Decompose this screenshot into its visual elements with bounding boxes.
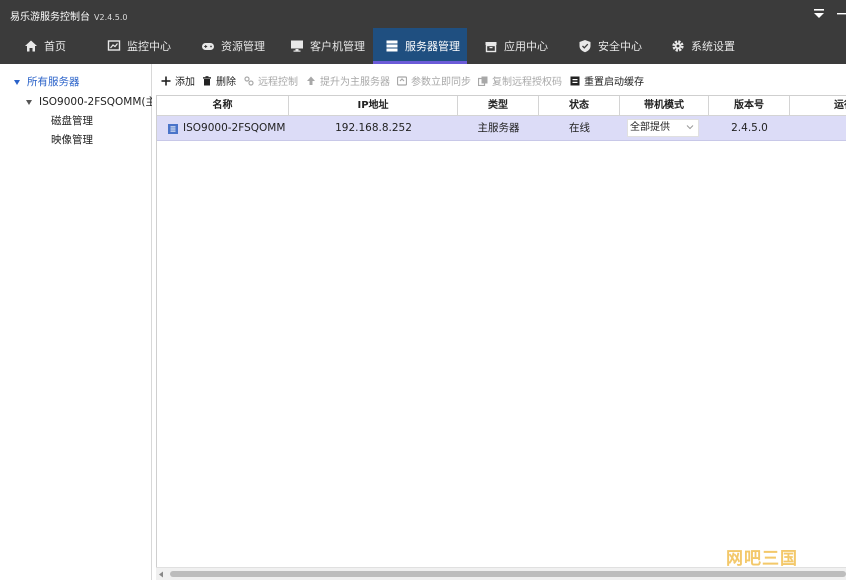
box-icon	[485, 42, 497, 53]
nav-home[interactable]: 首页	[24, 28, 66, 64]
server-name: ISO9000-2FSQOMM	[183, 122, 286, 134]
desktop-icon	[291, 40, 303, 52]
window-title: 易乐游服务控制台 V2.4.5.0	[10, 8, 127, 23]
nav-home-label: 首页	[44, 40, 66, 53]
nav-resources[interactable]: 资源管理	[201, 28, 265, 64]
col-header-version[interactable]: 版本号	[709, 96, 790, 116]
remote-control-label: 远程控制	[258, 77, 298, 88]
promote-label: 提升为主服务器	[320, 77, 390, 88]
copy-icon	[478, 76, 488, 86]
scroll-left-arrow-icon[interactable]	[158, 571, 164, 578]
nav-resources-label: 资源管理	[221, 40, 265, 53]
delete-button[interactable]: 删除	[202, 73, 236, 88]
col-header-status[interactable]: 状态	[539, 96, 620, 116]
tree-item-server[interactable]: ISO9000-2FSQOMM(主)	[26, 94, 152, 109]
nav-clients[interactable]: 客户机管理	[290, 28, 365, 64]
server-table: 名称 IP地址 类型 状态 带机模式 版本号 运行 ISO9000-2FSQOM…	[156, 95, 846, 567]
server-tree: 所有服务器 ISO9000-2FSQOMM(主) 磁盘管理 映像管理	[0, 64, 152, 580]
promote-main-server-button[interactable]: 提升为主服务器	[306, 73, 390, 88]
mode-select[interactable]: 全部提供	[627, 119, 699, 137]
col-header-running[interactable]: 运行	[790, 96, 846, 116]
expand-triangle-icon[interactable]	[26, 99, 32, 105]
cache-icon	[570, 76, 580, 85]
table-row[interactable]: ISO9000-2FSQOMM 192.168.8.252 主服务器 在线 全部…	[157, 116, 846, 141]
mode-select-value: 全部提供	[630, 122, 670, 133]
remote-control-button[interactable]: 远程控制	[244, 73, 298, 88]
cell-version: 2.4.5.0	[731, 122, 768, 134]
tree-server-label: ISO9000-2FSQOMM(主)	[39, 96, 152, 108]
plus-icon	[161, 76, 171, 85]
server-list-icon	[168, 123, 178, 134]
nav-settings[interactable]: 系统设置	[671, 28, 735, 64]
nav-monitor-label: 监控中心	[127, 40, 171, 53]
add-label: 添加	[175, 77, 195, 88]
trash-icon	[203, 75, 211, 85]
nav-servers[interactable]: 服务器管理	[373, 28, 467, 64]
tree-disk-label: 磁盘管理	[51, 115, 93, 127]
scrollbar-thumb[interactable]	[170, 571, 846, 577]
nav-clients-label: 客户机管理	[310, 40, 365, 53]
tree-item-image-management[interactable]: 映像管理	[51, 132, 93, 147]
title-bar: 易乐游服务控制台 V2.4.5.0	[0, 0, 846, 28]
cell-status: 在线	[569, 122, 590, 134]
nav-settings-label: 系统设置	[691, 40, 735, 53]
shield-icon	[579, 40, 591, 53]
col-header-name[interactable]: 名称	[157, 96, 289, 116]
nav-apps[interactable]: 应用中心	[484, 28, 548, 64]
sync-params-button[interactable]: 参数立即同步	[397, 73, 471, 88]
upload-icon	[307, 76, 315, 85]
reset-boot-cache-label: 重置启动缓存	[584, 77, 644, 88]
cell-name: ISO9000-2FSQOMM	[157, 116, 289, 141]
table-header: 名称 IP地址 类型 状态 带机模式 版本号 运行	[157, 96, 846, 116]
nav-apps-label: 应用中心	[504, 40, 548, 53]
add-button[interactable]: 添加	[161, 73, 195, 88]
tree-item-all-servers[interactable]: 所有服务器	[14, 74, 80, 89]
col-header-mode[interactable]: 带机模式	[620, 96, 709, 116]
app-title: 易乐游服务控制台	[10, 12, 90, 23]
nav-security[interactable]: 安全中心	[578, 28, 642, 64]
remote-control-icon	[244, 75, 254, 86]
copy-auth-code-label: 复制远程授权码	[492, 77, 562, 88]
cell-ip: 192.168.8.252	[335, 122, 412, 134]
monitor-chart-icon	[107, 40, 121, 51]
main-nav: 首页 监控中心 资源管理 客户机管理 服务器管理 应用中心 安全中心 系统设置	[0, 28, 846, 64]
dropdown-menu-icon[interactable]	[812, 7, 826, 21]
sync-icon	[397, 75, 407, 86]
server-toolbar: 添加 删除 远程控制 提升为主服务器 参数立即同步 复制远程授权码 重置启动缓存	[153, 64, 846, 94]
tree-item-disk-management[interactable]: 磁盘管理	[51, 113, 93, 128]
reset-boot-cache-button[interactable]: 重置启动缓存	[570, 73, 644, 88]
col-header-type[interactable]: 类型	[458, 96, 539, 116]
sync-params-label: 参数立即同步	[411, 77, 471, 88]
chevron-down-icon	[686, 125, 694, 130]
expand-triangle-icon[interactable]	[14, 79, 20, 85]
app-window: 易乐游服务控制台 V2.4.5.0 首页 监控中心 资源管理 客户机管理 服务器…	[0, 0, 846, 580]
gear-icon	[672, 40, 684, 52]
gamepad-icon	[202, 43, 214, 50]
delete-label: 删除	[216, 77, 236, 88]
col-header-ip[interactable]: IP地址	[289, 96, 458, 116]
watermark-logo: 网吧三国	[726, 549, 798, 569]
cell-type: 主服务器	[477, 122, 520, 134]
home-icon	[25, 40, 37, 52]
tree-image-label: 映像管理	[51, 134, 93, 146]
app-version: V2.4.5.0	[94, 13, 128, 22]
tree-root-label: 所有服务器	[27, 76, 80, 88]
nav-servers-label: 服务器管理	[405, 40, 460, 53]
copy-auth-code-button[interactable]: 复制远程授权码	[478, 73, 562, 88]
server-icon	[386, 40, 398, 52]
nav-security-label: 安全中心	[598, 40, 642, 53]
nav-monitor[interactable]: 监控中心	[107, 28, 171, 64]
minimize-icon[interactable]	[836, 6, 846, 20]
